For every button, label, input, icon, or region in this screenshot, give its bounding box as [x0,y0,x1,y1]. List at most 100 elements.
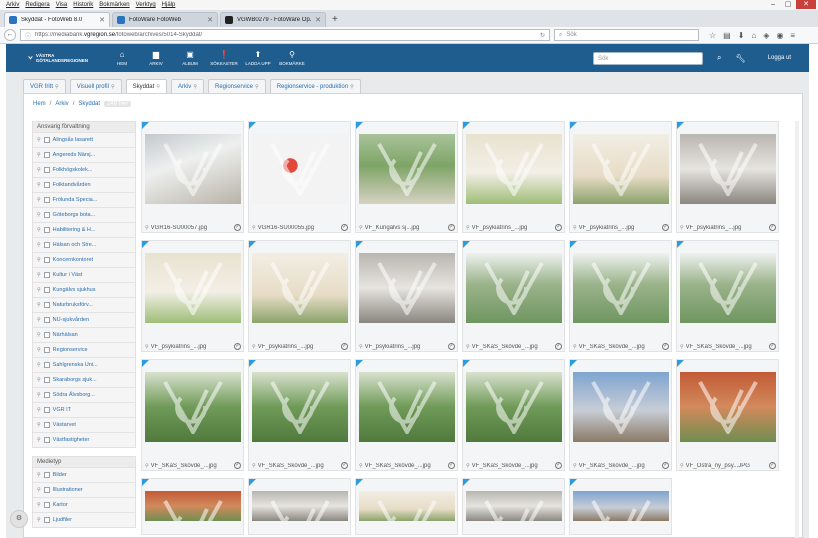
asset-thumbnail[interactable] [145,253,241,323]
menu-item-historik[interactable]: Historik [73,2,93,8]
browser-tab[interactable]: VGWB0279 - FotoWare Op... ✕ [220,12,326,27]
hamburger-menu-icon[interactable]: ≡ [790,31,795,40]
asset-thumbnail[interactable] [573,134,669,204]
checkbox[interactable] [43,212,50,218]
nav-upload[interactable]: ⬆ Ladda upp [244,50,272,66]
nav-home[interactable]: ⌂ Hem [108,50,136,66]
check-circle-icon[interactable]: ✓ [662,224,669,231]
asset-card[interactable]: ⚲ VF_SKaS_Skövde_...jpg ✓ [676,240,779,352]
filter-item[interactable]: ⚲ VGR IT [33,402,135,417]
check-circle-icon[interactable]: ✓ [448,224,455,231]
check-circle-icon[interactable]: ✓ [662,462,669,469]
asset-card[interactable] [141,478,244,535]
asset-thumbnail[interactable] [145,134,241,204]
checkbox[interactable] [43,167,50,173]
nav-searches[interactable]: ❗ Sökkaster [210,50,238,66]
menu-item-hjälp[interactable]: Hjälp [162,2,176,8]
checkbox[interactable] [43,272,50,278]
close-icon[interactable]: ✕ [796,0,816,9]
asset-card[interactable]: ⚲ VF_SKaS_Skövde_...jpg ✓ [462,240,565,352]
check-circle-icon[interactable]: ✓ [769,343,776,350]
reload-icon[interactable]: ↻ [540,32,545,39]
asset-card[interactable]: ⚲ VF_SKaS_Skövde_...jpg ✓ [462,359,565,471]
asset-card[interactable]: ⚲ VF_psykiatrins_...jpg ✓ [248,240,351,352]
checkbox[interactable] [43,422,50,428]
new-tab-icon[interactable]: + [328,14,342,27]
filter-item[interactable]: ⚲ Naturbruksförv... [33,297,135,312]
checkbox[interactable] [43,362,50,368]
filter-item[interactable]: ⚲ Folktandvården [33,177,135,192]
browser-tab[interactable]: FotoWare FotoWeb ✕ [112,12,218,27]
menu-item-arkiv[interactable]: Arkiv [6,2,19,8]
filter-item[interactable]: ⚲ Angereds Närsj... [33,147,135,162]
filter-item[interactable]: ⚲ Ljudfiler [33,512,135,527]
check-circle-icon[interactable]: ✓ [555,343,562,350]
asset-card[interactable]: ⚲ VF_Östra_ny_psy...JPG ✓ [676,359,779,471]
check-circle-icon[interactable]: ✓ [234,462,241,469]
app-search-input[interactable]: Sök [593,51,703,65]
check-circle-icon[interactable]: ✓ [234,343,241,350]
browser-search-field[interactable]: ⌕ Sök [554,29,699,41]
close-tab-icon[interactable]: ✕ [207,16,213,24]
checkbox[interactable] [43,257,50,263]
menu-item-verktyg[interactable]: Verktyg [136,2,156,8]
asset-thumbnail[interactable] [573,253,669,323]
vgr-logo[interactable]: VÄSTRA GÖTALANDSREGIONEN [28,48,88,68]
filter-item[interactable]: ⚲ Göteborgs bota... [33,207,135,222]
filter-item[interactable]: ⚲ Kultur i Väst [33,267,135,282]
breadcrumb-current[interactable]: Skyddat [78,101,100,107]
filter-item[interactable]: ⚲ Frölunda Specia... [33,192,135,207]
breadcrumb-archive[interactable]: Arkiv [55,101,68,107]
asset-card[interactable]: ⚲ VF_Kungälvs sj...jpg ✓ [355,121,458,233]
checkbox[interactable] [43,302,50,308]
tab-archive[interactable]: Arkiv ⚲ [170,79,204,93]
check-circle-icon[interactable]: ✓ [662,343,669,350]
asset-card[interactable]: ⚲ VF_psykiatrins_...jpg ✓ [676,121,779,233]
asset-thumbnail[interactable] [252,372,348,442]
asset-card[interactable]: ⚲ VF_psykiatrins_...jpg ✓ [355,240,458,352]
filter-item[interactable]: ⚲ Södra Älvsborg... [33,387,135,402]
maximize-icon[interactable]: ▢ [781,0,795,9]
filter-item[interactable]: ⚲ Alingsås lasarett [33,132,135,147]
filter-item[interactable]: ⚲ Bilder [33,467,135,482]
checkbox[interactable] [43,472,50,478]
minimize-icon[interactable]: – [766,0,780,9]
checkbox[interactable] [43,517,50,523]
menu-item-redigera[interactable]: Redigera [25,2,49,8]
menu-item-visa[interactable]: Visa [56,2,68,8]
check-circle-icon[interactable]: ✓ [769,462,776,469]
asset-thumbnail[interactable] [359,134,455,204]
address-bar[interactable]: ⓘ https://mediabank.vgregion.se/fotoweb/… [20,29,550,41]
checkbox[interactable] [43,152,50,158]
nav-album[interactable]: ▣ Album [176,50,204,66]
asset-card[interactable]: ⚲ VGR16-SU00055.jpg ✓ [248,121,351,233]
filter-item[interactable]: ⚲ Kungälvs sjukhus [33,282,135,297]
filter-item[interactable]: ⚲ Folkhögskolek... [33,162,135,177]
download-icon[interactable]: ⬇ [738,31,745,40]
asset-thumbnail[interactable] [359,253,455,323]
asset-card[interactable]: ⚲ VF_SKaS_Skövde_...jpg ✓ [248,359,351,471]
asset-card[interactable]: ⚲ VF_SKaS_Skövde_...jpg ✓ [141,359,244,471]
checkbox[interactable] [43,182,50,188]
asset-thumbnail[interactable] [573,372,669,442]
asset-card[interactable] [355,478,458,535]
asset-card[interactable]: ⚲ VF_psykiatrins_...jpg ✓ [462,121,565,233]
asset-thumbnail[interactable] [466,134,562,204]
search-icon[interactable]: ⌕ [717,53,721,63]
checkbox[interactable] [43,332,50,338]
asset-card[interactable] [569,478,672,535]
filter-item[interactable]: ⚲ Regionservice [33,342,135,357]
vertical-scrollbar[interactable] [794,121,800,538]
filter-item[interactable]: ⚲ Kartor [33,497,135,512]
asset-thumbnail[interactable] [573,491,669,521]
checkbox[interactable] [43,377,50,383]
checkbox[interactable] [43,197,50,203]
checkbox[interactable] [43,437,50,443]
close-tab-icon[interactable]: ✕ [315,16,321,24]
breadcrumb-home[interactable]: Hem [33,101,46,107]
check-circle-icon[interactable]: ✓ [234,224,241,231]
asset-card[interactable] [462,478,565,535]
checkbox[interactable] [43,227,50,233]
filter-item[interactable]: ⚲ Västfastigheter [33,432,135,447]
asset-thumbnail[interactable] [252,253,348,323]
